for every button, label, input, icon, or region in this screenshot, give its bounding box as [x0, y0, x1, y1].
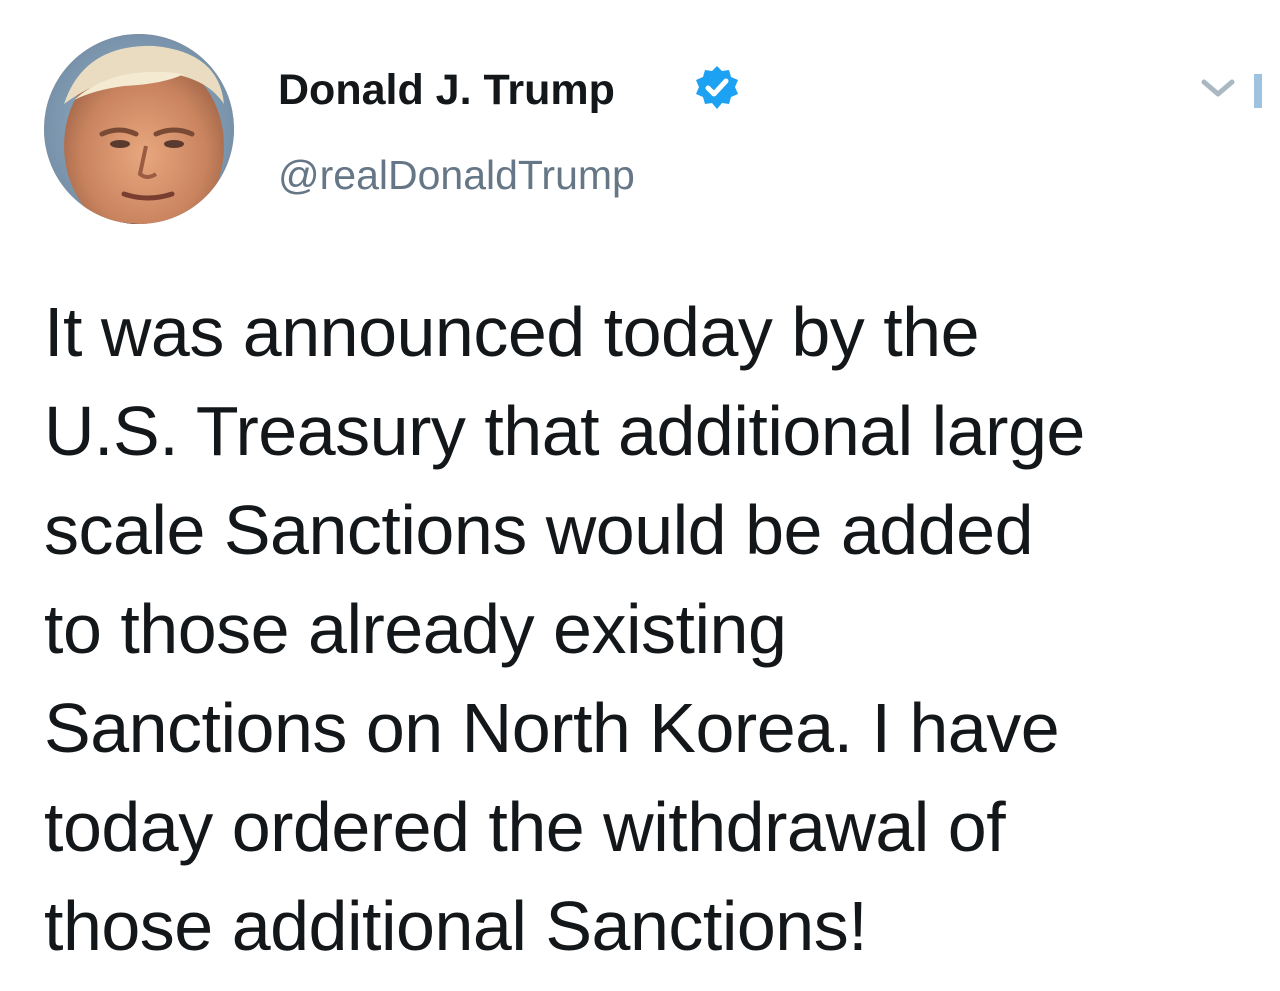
- tweet-line: scale Sanctions would be added: [44, 491, 1034, 569]
- tweet-card: Donald J. Trump @realDonaldTrump It was …: [0, 0, 1280, 991]
- tweet-line: It was announced today by the: [44, 293, 980, 371]
- tweet-text: It was announced today by the U.S. Treas…: [44, 283, 1254, 976]
- profile-photo: [44, 34, 234, 224]
- tweet-line: to those already existing: [44, 590, 787, 668]
- chevron-down-icon[interactable]: [1198, 72, 1270, 112]
- tweet-line: U.S. Treasury that additional large: [44, 392, 1085, 470]
- user-handle[interactable]: @realDonaldTrump: [278, 148, 635, 202]
- tweet-line: today ordered the withdrawal of: [44, 788, 1006, 866]
- tweet-line: those additional Sanctions!: [44, 887, 868, 965]
- tweet-line: Sanctions on North Korea. I have: [44, 689, 1060, 767]
- display-name[interactable]: Donald J. Trump: [278, 62, 615, 118]
- avatar[interactable]: [44, 34, 234, 224]
- verified-badge-icon: [696, 66, 738, 109]
